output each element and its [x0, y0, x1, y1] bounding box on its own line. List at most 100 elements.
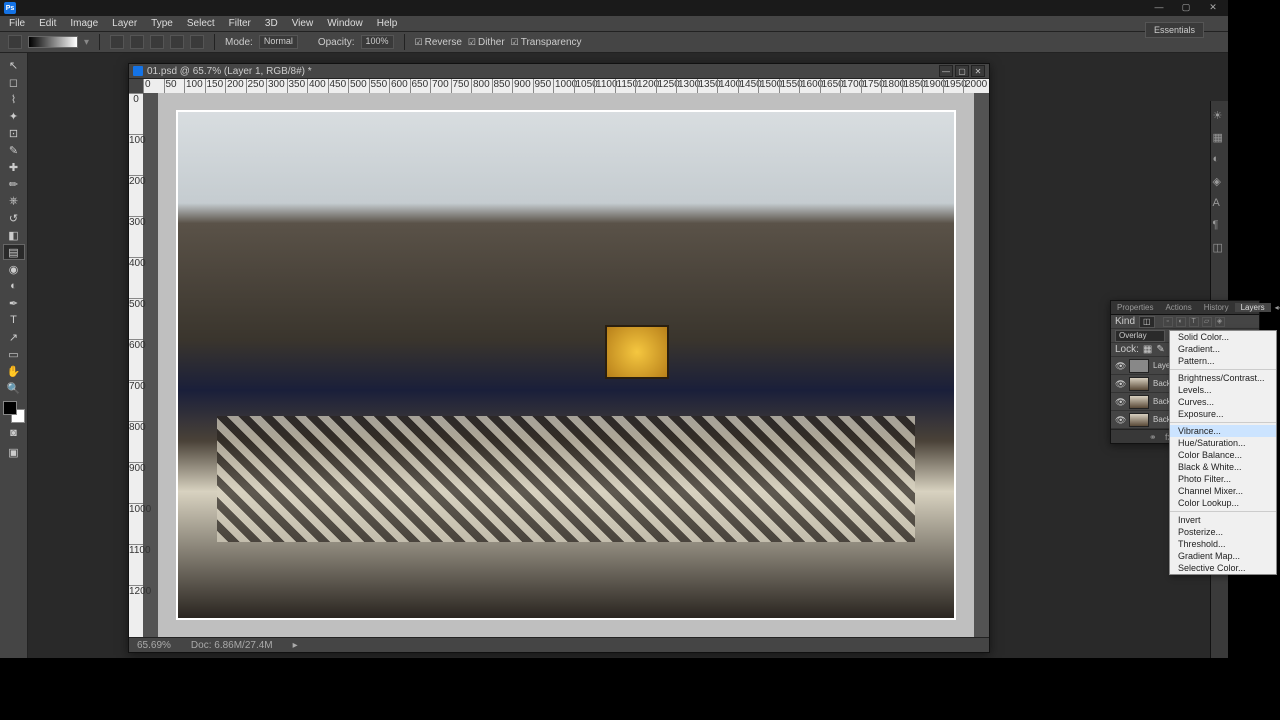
- visibility-icon[interactable]: 👁: [1115, 415, 1125, 425]
- healing-tool-icon[interactable]: ✚: [3, 159, 25, 175]
- filter-pixel-icon[interactable]: ▫: [1163, 317, 1173, 327]
- shape-tool-icon[interactable]: ▭: [3, 346, 25, 362]
- menu-file[interactable]: File: [2, 18, 32, 29]
- lasso-tool-icon[interactable]: ⌇: [3, 91, 25, 107]
- doc-close-button[interactable]: ✕: [971, 65, 985, 77]
- link-layers-icon[interactable]: ⚭: [1149, 432, 1159, 442]
- brush-tool-icon[interactable]: ✏: [3, 176, 25, 192]
- menu-photo-filter[interactable]: Photo Filter...: [1170, 473, 1276, 485]
- menu-filter[interactable]: Filter: [222, 18, 258, 29]
- menu-color-balance[interactable]: Color Balance...: [1170, 449, 1276, 461]
- menu-hue-saturation[interactable]: Hue/Saturation...: [1170, 437, 1276, 449]
- path-tool-icon[interactable]: ↗: [3, 329, 25, 345]
- reverse-checkbox[interactable]: ☑ Reverse: [415, 37, 462, 48]
- gradient-angle-icon[interactable]: [150, 35, 164, 49]
- styles-panel-icon[interactable]: ◈: [1213, 175, 1227, 189]
- layer-thumbnail[interactable]: [1129, 377, 1149, 391]
- layer-thumbnail[interactable]: [1129, 413, 1149, 427]
- quickmask-icon[interactable]: ◙: [3, 424, 25, 442]
- menu-threshold[interactable]: Threshold...: [1170, 538, 1276, 550]
- zoom-level[interactable]: 65.69%: [137, 640, 171, 651]
- move-tool-icon[interactable]: ↖: [3, 57, 25, 73]
- menu-solid-color[interactable]: Solid Color...: [1170, 331, 1276, 343]
- layer-thumbnail[interactable]: [1129, 395, 1149, 409]
- wand-tool-icon[interactable]: ✦: [3, 108, 25, 124]
- menu-type[interactable]: Type: [144, 18, 180, 29]
- filter-shape-icon[interactable]: ▱: [1202, 317, 1212, 327]
- layers-panel-icon[interactable]: ◫: [1213, 241, 1227, 255]
- character-panel-icon[interactable]: A: [1213, 197, 1227, 211]
- doc-info[interactable]: Doc: 6.86M/27.4M: [191, 640, 273, 651]
- blur-tool-icon[interactable]: ◉: [3, 261, 25, 277]
- menu-select[interactable]: Select: [180, 18, 222, 29]
- document-titlebar[interactable]: 01.psd @ 65.7% (Layer 1, RGB/8#) * — ▢ ✕: [129, 64, 989, 79]
- visibility-icon[interactable]: 👁: [1115, 379, 1125, 389]
- menu-posterize[interactable]: Posterize...: [1170, 526, 1276, 538]
- color-swatches[interactable]: [3, 401, 25, 423]
- menu-layer[interactable]: Layer: [105, 18, 144, 29]
- gradient-tool-preset-icon[interactable]: [8, 35, 22, 49]
- swatches-panel-icon[interactable]: ▦: [1213, 131, 1227, 145]
- gradient-diamond-icon[interactable]: [190, 35, 204, 49]
- canvas[interactable]: [143, 93, 989, 637]
- menu-vibrance[interactable]: Vibrance...: [1170, 425, 1276, 437]
- menu-edit[interactable]: Edit: [32, 18, 63, 29]
- vertical-ruler[interactable]: 0100200300400500600700800900100011001200: [129, 93, 143, 637]
- doc-maximize-button[interactable]: ▢: [955, 65, 969, 77]
- tab-properties[interactable]: Properties: [1111, 303, 1159, 312]
- menu-curves[interactable]: Curves...: [1170, 396, 1276, 408]
- filter-smart-icon[interactable]: ◈: [1215, 317, 1225, 327]
- layer-blend-select[interactable]: Overlay: [1115, 330, 1165, 342]
- gradient-linear-icon[interactable]: [110, 35, 124, 49]
- lock-pixels-icon[interactable]: ✎: [1156, 344, 1164, 355]
- visibility-icon[interactable]: 👁: [1115, 361, 1125, 371]
- minimize-button[interactable]: —: [1147, 0, 1171, 14]
- pen-tool-icon[interactable]: ✒: [3, 295, 25, 311]
- stamp-tool-icon[interactable]: ⎈: [3, 193, 25, 209]
- filter-type-icon[interactable]: T: [1189, 317, 1199, 327]
- lock-transparency-icon[interactable]: ▦: [1143, 344, 1152, 355]
- menu-channel-mixer[interactable]: Channel Mixer...: [1170, 485, 1276, 497]
- menu-gradient-map[interactable]: Gradient Map...: [1170, 550, 1276, 562]
- visibility-icon[interactable]: 👁: [1115, 397, 1125, 407]
- color-panel-icon[interactable]: ☀: [1213, 109, 1227, 123]
- menu-3d[interactable]: 3D: [258, 18, 285, 29]
- paragraph-panel-icon[interactable]: ¶: [1213, 219, 1227, 233]
- dither-checkbox[interactable]: ☑ Dither: [468, 37, 505, 48]
- opacity-input[interactable]: 100%: [361, 35, 394, 49]
- maximize-button[interactable]: ▢: [1174, 0, 1198, 14]
- kind-filter-select[interactable]: ◫: [1139, 316, 1155, 328]
- doc-minimize-button[interactable]: —: [939, 65, 953, 77]
- hand-tool-icon[interactable]: ✋: [3, 363, 25, 379]
- history-brush-tool-icon[interactable]: ↺: [3, 210, 25, 226]
- close-button[interactable]: ✕: [1201, 0, 1225, 14]
- menu-exposure[interactable]: Exposure...: [1170, 408, 1276, 420]
- marquee-tool-icon[interactable]: ◻: [3, 74, 25, 90]
- gradient-preview[interactable]: [28, 36, 78, 48]
- tab-actions[interactable]: Actions: [1159, 303, 1197, 312]
- zoom-tool-icon[interactable]: 🔍: [3, 380, 25, 396]
- horizontal-ruler[interactable]: 0501001502002503003504004505005506006507…: [143, 79, 989, 93]
- menu-help[interactable]: Help: [370, 18, 405, 29]
- menu-view[interactable]: View: [285, 18, 321, 29]
- menu-invert[interactable]: Invert: [1170, 514, 1276, 526]
- menu-black-white[interactable]: Black & White...: [1170, 461, 1276, 473]
- menu-brightness-contrast[interactable]: Brightness/Contrast...: [1170, 372, 1276, 384]
- gradient-tool-icon[interactable]: ▤: [3, 244, 25, 260]
- filter-adjust-icon[interactable]: ◐: [1176, 317, 1186, 327]
- panel-collapse-icon[interactable]: ◂◂: [1271, 303, 1280, 312]
- screenmode-icon[interactable]: ▣: [3, 443, 25, 461]
- type-tool-icon[interactable]: T: [3, 312, 25, 328]
- menu-window[interactable]: Window: [320, 18, 370, 29]
- gradient-radial-icon[interactable]: [130, 35, 144, 49]
- menu-color-lookup[interactable]: Color Lookup...: [1170, 497, 1276, 509]
- workspace-switcher[interactable]: Essentials: [1145, 22, 1204, 38]
- dodge-tool-icon[interactable]: ◐: [3, 278, 25, 294]
- menu-pattern[interactable]: Pattern...: [1170, 355, 1276, 367]
- menu-selective-color[interactable]: Selective Color...: [1170, 562, 1276, 574]
- crop-tool-icon[interactable]: ⊡: [3, 125, 25, 141]
- eyedropper-tool-icon[interactable]: ✎: [3, 142, 25, 158]
- menu-gradient[interactable]: Gradient...: [1170, 343, 1276, 355]
- menu-levels[interactable]: Levels...: [1170, 384, 1276, 396]
- blend-mode-select[interactable]: Normal: [259, 35, 298, 49]
